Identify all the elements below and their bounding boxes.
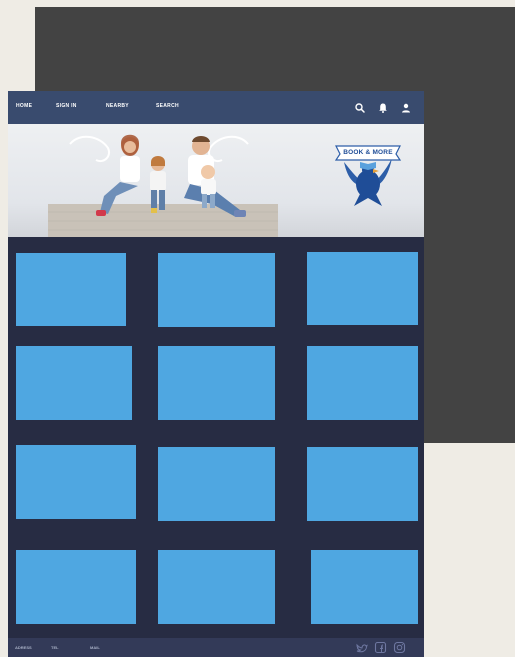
grid-tile-10[interactable] [16, 550, 136, 624]
facebook-icon[interactable] [374, 641, 387, 654]
grid-tile-6[interactable] [307, 346, 418, 420]
grid-tile-3[interactable] [307, 252, 418, 325]
dove-logo-icon [334, 145, 402, 206]
search-icon[interactable] [354, 101, 366, 113]
grid-tile-9[interactable] [307, 447, 418, 521]
nav-link-home[interactable]: HOME [16, 103, 32, 109]
footer-address: ADRESS [15, 645, 32, 650]
top-nav-bar: HOME SIGN IN NEARBY SEARCH [8, 91, 424, 124]
hero-banner: BOOK & MORE [8, 124, 424, 237]
grid-tile-8[interactable] [158, 447, 275, 521]
user-icon[interactable] [400, 101, 412, 113]
nav-link-search[interactable]: SEARCH [156, 103, 179, 109]
footer: ADRESS TEL MAIL [8, 638, 424, 657]
content-grid [8, 237, 424, 638]
twitter-icon[interactable] [355, 641, 368, 654]
grid-tile-12[interactable] [311, 550, 418, 624]
nav-link-sign-in[interactable]: SIGN IN [56, 103, 77, 109]
grid-tile-5[interactable] [158, 346, 275, 420]
grid-tile-1[interactable] [16, 253, 126, 326]
instagram-icon[interactable] [393, 641, 406, 654]
footer-mail: MAIL [90, 645, 100, 650]
brand-logo[interactable]: BOOK & MORE [334, 134, 402, 210]
grid-tile-7[interactable] [16, 445, 136, 519]
bell-icon[interactable] [377, 101, 389, 113]
grid-tile-2[interactable] [158, 253, 275, 327]
nav-link-nearby[interactable]: NEARBY [106, 103, 129, 109]
brand-logo-text: BOOK & MORE [343, 149, 393, 156]
website-mockup: HOME SIGN IN NEARBY SEARCH BOOK & MORE A… [8, 91, 424, 657]
footer-tel: TEL [51, 645, 59, 650]
grid-tile-4[interactable] [16, 346, 132, 420]
grid-tile-11[interactable] [158, 550, 275, 624]
